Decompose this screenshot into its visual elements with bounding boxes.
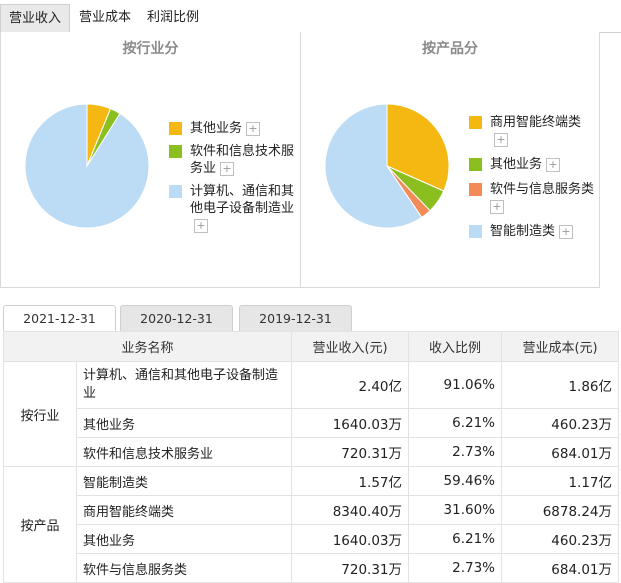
header-ratio: 收入比例 [408,331,503,362]
product-panel-title: 按产品分 [422,41,478,57]
legend-item-software-info-service[interactable]: 软件与信息服务类 + [469,181,597,215]
table-row: 商用智能终端类 8340.40万 31.60% 6878.24万 [4,495,620,525]
row-name: 计算机、通信和其他电子设备制造业 [75,361,293,409]
legend-label: 商用智能终端类 [490,115,582,130]
industry-panel-title: 按行业分 [122,41,179,57]
tab-date-2020[interactable]: 2020-12-31 [120,305,233,332]
row-name: 商用智能终端类 [75,495,293,525]
table-row: 软件与信息服务类 720.31万 2.73% 684.01万 [4,553,620,583]
expand-plus-icon[interactable]: + [546,157,561,172]
row-revenue: 1640.03万 [291,408,410,438]
row-ratio: 2.73% [408,553,503,583]
legend-item-commercial-terminal[interactable]: 商用智能终端类 + [469,114,597,148]
product-legend: 商用智能终端类+ 其他业务 + 软件与信息服务类 + 智能制造类 + [469,114,597,240]
row-cost: 684.01万 [501,553,620,583]
tab-revenue[interactable]: 营业收入 [0,4,70,33]
row-cost: 460.23万 [501,524,620,554]
tab-profit-ratio[interactable]: 利润比例 [140,4,206,32]
row-name: 其他业务 [75,524,293,554]
expand-plus-icon[interactable]: + [220,161,235,176]
legend-swatch [469,183,482,196]
table-row: 按产品 智能制造类 1.57亿 59.46% 1.17亿 [3,466,620,583]
row-cost: 1.17亿 [501,466,620,496]
expand-plus-icon[interactable]: + [490,199,504,214]
table-row: 按行业 计算机、通信和其他电子设备制造业 2.40亿 91.06% 1.86亿 [3,361,620,467]
legend-item-other-business[interactable]: 其他业务 + [469,156,597,173]
row-revenue: 1.57亿 [291,466,410,496]
row-cost: 684.01万 [501,437,620,467]
group-label-industry: 按行业 [3,361,77,467]
table-row: 其他业务 1640.03万 6.21% 460.23万 [4,408,620,438]
legend-item-other-business[interactable]: 其他业务 + [169,120,297,137]
top-tab-bar: 营业收入 营业成本 利润比例 [0,0,621,33]
tab-date-2019[interactable]: 2019-12-31 [239,305,352,332]
table-row: 其他业务 1640.03万 6.21% 460.23万 [4,524,620,554]
expand-plus-icon[interactable]: + [494,132,508,147]
row-ratio: 6.21% [408,408,503,438]
legend-item-computer-electronics[interactable]: 计算机、通信和其他电子设备制造业 + [169,183,297,234]
legend-swatch [469,158,482,171]
row-ratio: 91.06% [408,361,503,409]
industry-pie-slice-2[interactable] [24,103,150,229]
row-ratio: 6.21% [408,524,503,554]
expand-plus-icon[interactable]: + [246,121,261,136]
row-ratio: 59.46% [408,466,503,496]
legend-swatch [469,116,482,129]
row-ratio: 2.73% [408,437,503,467]
row-revenue: 720.31万 [291,553,410,583]
industry-legend: 其他业务 + 软件和信息技术服务业 + 计算机、通信和其他电子设备制造业+ [169,120,297,234]
table-header-row: 业务名称 营业收入(元) 收入比例 营业成本(元) [2,331,620,362]
legend-swatch [169,185,182,198]
legend-swatch [169,145,182,158]
header-revenue: 营业收入(元) [291,331,410,362]
row-cost: 6878.24万 [501,495,620,525]
row-name: 智能制造类 [75,466,293,496]
table-row: 软件和信息技术服务业 720.31万 2.73% 684.01万 [4,437,620,467]
legend-item-smart-manufacturing[interactable]: 智能制造类 + [469,223,597,240]
row-cost: 1.86亿 [501,361,620,409]
row-cost: 460.23万 [501,408,620,438]
legend-swatch [169,122,182,135]
legend-label: 其他业务 [190,121,243,136]
industry-pie-chart [24,103,150,229]
legend-label: 智能制造类 [490,224,556,239]
tab-cost[interactable]: 营业成本 [72,4,138,32]
product-panel: 按产品分 商用智能终端类+ 其他业务 + 软件与信息服务类 + 智能制造类 + [300,32,600,288]
legend-swatch [469,225,482,238]
industry-panel: 按行业分 其他业务 + 软件和信息技术服务业 + 计算机、通信和其他电子设备制造业+ [0,32,301,288]
revenue-breakdown-table: 业务名称 营业收入(元) 收入比例 营业成本(元) 按行业 计算机、通信和其他电… [2,331,620,583]
product-pie-chart [324,103,450,229]
header-cost: 营业成本(元) [501,331,620,362]
group-label-product: 按产品 [3,466,77,583]
row-revenue: 8340.40万 [291,495,410,525]
legend-label: 计算机、通信和其他电子设备制造业 [190,184,295,216]
expand-plus-icon[interactable]: + [559,224,574,239]
legend-item-software-it[interactable]: 软件和信息技术服务业 + [169,143,297,177]
row-ratio: 31.60% [408,495,503,525]
row-revenue: 2.40亿 [291,361,410,409]
tab-date-2021[interactable]: 2021-12-31 [3,305,116,332]
row-revenue: 720.31万 [291,437,410,467]
legend-label: 软件与信息服务类 [490,182,595,197]
row-name: 软件和信息技术服务业 [75,437,293,467]
row-name: 软件与信息服务类 [75,553,293,583]
expand-plus-icon[interactable]: + [194,218,208,233]
legend-label: 其他业务 [490,157,543,172]
header-business-name: 业务名称 [2,331,293,362]
row-revenue: 1640.03万 [291,524,410,554]
row-name: 其他业务 [75,408,293,438]
legend-label: 软件和信息技术服务业 [190,144,295,176]
